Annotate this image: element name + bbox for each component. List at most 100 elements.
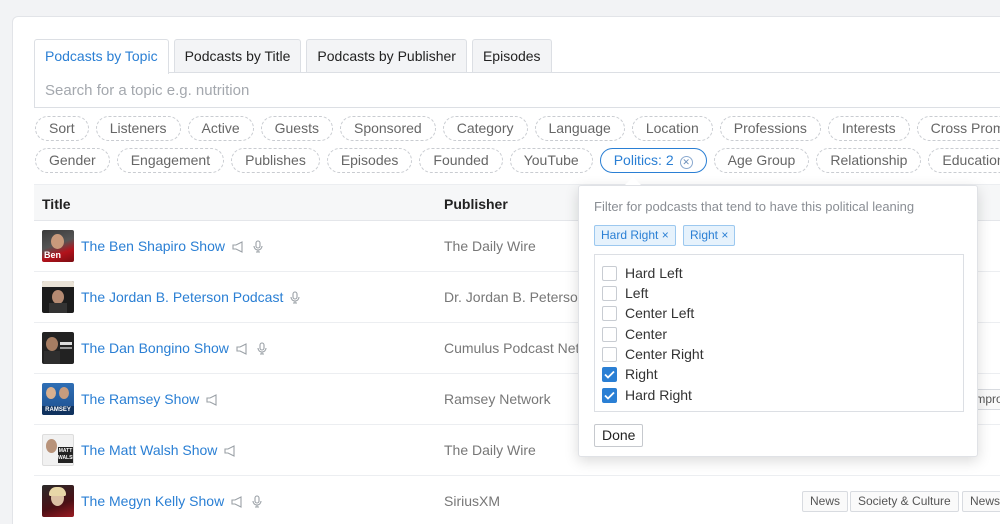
table-row[interactable]: The Megyn Kelly Show SiriusXM News Socie… bbox=[34, 476, 1000, 524]
popover-description: Filter for podcasts that tend to have th… bbox=[594, 199, 915, 214]
publisher-name[interactable]: SiriusXM bbox=[444, 493, 500, 509]
tab-podcasts-by-topic[interactable]: Podcasts by Topic bbox=[34, 39, 169, 74]
filter-category[interactable]: Category bbox=[442, 116, 528, 141]
microphone-icon bbox=[253, 240, 263, 256]
publisher-name[interactable]: Cumulus Podcast Netw bbox=[444, 340, 590, 356]
option-left[interactable]: Left bbox=[602, 284, 648, 302]
publisher-name[interactable]: Dr. Jordan B. Peterson bbox=[444, 289, 586, 305]
filter-cross-promos[interactable]: Cross Promos bbox=[916, 116, 1000, 141]
column-title[interactable]: Title bbox=[42, 196, 71, 212]
megaphone-icon bbox=[236, 342, 250, 358]
clear-filter-icon[interactable]: ✕ bbox=[679, 156, 693, 169]
filter-sponsored[interactable]: Sponsored bbox=[339, 116, 436, 141]
filter-professions[interactable]: Professions bbox=[719, 116, 821, 141]
podcast-artwork: Ben bbox=[42, 230, 74, 262]
filter-age-group[interactable]: Age Group bbox=[713, 148, 810, 173]
filter-location[interactable]: Location bbox=[631, 116, 713, 141]
category-tag[interactable]: News bbox=[802, 491, 849, 512]
filter-youtube[interactable]: YouTube bbox=[509, 148, 593, 173]
filter-guests[interactable]: Guests bbox=[260, 116, 333, 141]
option-center-right[interactable]: Center Right bbox=[602, 345, 704, 363]
search-tabs: Podcasts by Topic Podcasts by Title Podc… bbox=[34, 39, 557, 74]
done-button[interactable]: Done bbox=[594, 424, 644, 447]
option-right[interactable]: Right bbox=[602, 365, 658, 383]
podcast-title[interactable]: The Ben Shapiro Show bbox=[81, 238, 263, 256]
podcast-title-text: The Dan Bongino Show bbox=[81, 340, 229, 356]
selected-right-tag[interactable]: Right × bbox=[683, 225, 736, 246]
option-label: Hard Left bbox=[625, 265, 683, 281]
checkmark-icon bbox=[604, 370, 615, 379]
filter-language[interactable]: Language bbox=[534, 116, 625, 141]
option-hard-left[interactable]: Hard Left bbox=[602, 264, 683, 282]
checkbox[interactable] bbox=[602, 265, 617, 281]
filter-episodes[interactable]: Episodes bbox=[326, 148, 413, 173]
checkbox-checked[interactable] bbox=[602, 366, 617, 382]
filter-interests[interactable]: Interests bbox=[827, 116, 910, 141]
checkbox-checked[interactable] bbox=[602, 387, 617, 403]
publisher-name[interactable]: The Daily Wire bbox=[444, 442, 536, 458]
podcast-artwork: MATTWALSH bbox=[42, 434, 74, 466]
podcast-title-text: The Ramsey Show bbox=[81, 391, 200, 407]
option-label: Left bbox=[625, 285, 649, 301]
publisher-name[interactable]: The Daily Wire bbox=[444, 238, 536, 254]
column-publisher[interactable]: Publisher bbox=[444, 196, 508, 212]
category-tag[interactable]: Society & Culture bbox=[850, 491, 959, 512]
microphone-icon bbox=[257, 342, 267, 358]
megaphone-icon bbox=[232, 240, 246, 256]
podcast-title[interactable]: The Ramsey Show bbox=[81, 391, 220, 409]
checkbox[interactable] bbox=[602, 305, 617, 321]
filter-relationship[interactable]: Relationship bbox=[816, 148, 922, 173]
selected-hard-right-tag[interactable]: Hard Right × bbox=[594, 225, 676, 246]
filter-publishes[interactable]: Publishes bbox=[231, 148, 320, 173]
podcast-title[interactable]: The Matt Walsh Show bbox=[81, 442, 238, 460]
tab-episodes[interactable]: Episodes bbox=[471, 39, 552, 73]
option-label: Hard Right bbox=[625, 387, 692, 403]
podcast-title[interactable]: The Jordan B. Peterson Podcast bbox=[81, 289, 300, 307]
filter-education[interactable]: Education bbox=[928, 148, 1000, 173]
filter-row-1: Sort Listeners Active Guests Sponsored C… bbox=[35, 116, 1000, 141]
microphone-icon bbox=[252, 495, 262, 511]
filter-engagement[interactable]: Engagement bbox=[116, 148, 225, 173]
political-leaning-list: Hard Left Left Center Left Center Center… bbox=[594, 254, 964, 412]
option-label: Center bbox=[625, 326, 668, 342]
publisher-name[interactable]: Ramsey Network bbox=[444, 391, 551, 407]
option-center-left[interactable]: Center Left bbox=[602, 304, 694, 322]
popover-arrow bbox=[625, 177, 641, 185]
category-tag[interactable]: News bbox=[962, 491, 1000, 512]
checkmark-icon bbox=[604, 391, 615, 400]
politics-filter-popover: Filter for podcasts that tend to have th… bbox=[578, 185, 978, 457]
option-center[interactable]: Center bbox=[602, 325, 667, 343]
checkbox[interactable] bbox=[602, 285, 617, 301]
filter-row-2: Gender Engagement Publishes Episodes Fou… bbox=[35, 148, 1000, 173]
tab-podcasts-by-title[interactable]: Podcasts by Title bbox=[173, 39, 302, 73]
checkbox[interactable] bbox=[602, 346, 617, 362]
podcast-title[interactable]: The Megyn Kelly Show bbox=[81, 493, 262, 511]
filter-active[interactable]: Active bbox=[187, 116, 254, 141]
microphone-icon bbox=[290, 291, 300, 307]
filter-gender[interactable]: Gender bbox=[35, 148, 110, 173]
podcast-artwork bbox=[42, 281, 74, 313]
filter-politics-label: Politics: 2 bbox=[613, 152, 674, 168]
option-label: Center Right bbox=[625, 346, 704, 362]
filter-sort[interactable]: Sort bbox=[35, 116, 89, 141]
megaphone-icon bbox=[231, 495, 245, 511]
filter-politics[interactable]: Politics: 2 ✕ bbox=[599, 148, 707, 173]
megaphone-icon bbox=[224, 444, 238, 460]
podcast-title[interactable]: The Dan Bongino Show bbox=[81, 340, 267, 358]
filter-listeners[interactable]: Listeners bbox=[95, 116, 181, 141]
podcast-title-text: The Ben Shapiro Show bbox=[81, 238, 225, 254]
checkbox[interactable] bbox=[602, 326, 617, 342]
topic-search-input[interactable] bbox=[34, 72, 1000, 108]
podcast-title-text: The Megyn Kelly Show bbox=[81, 493, 225, 509]
podcast-title-text: The Jordan B. Peterson Podcast bbox=[81, 289, 284, 305]
megaphone-icon bbox=[206, 393, 220, 409]
podcast-artwork bbox=[42, 332, 74, 364]
podcast-artwork: RAMSEY bbox=[42, 383, 74, 415]
option-hard-right[interactable]: Hard Right bbox=[602, 386, 692, 404]
option-label: Center Left bbox=[625, 305, 695, 321]
tab-podcasts-by-publisher[interactable]: Podcasts by Publisher bbox=[306, 39, 467, 73]
filter-founded[interactable]: Founded bbox=[419, 148, 503, 173]
option-label: Right bbox=[625, 366, 658, 382]
podcast-artwork bbox=[42, 485, 74, 517]
podcast-title-text: The Matt Walsh Show bbox=[81, 442, 218, 458]
